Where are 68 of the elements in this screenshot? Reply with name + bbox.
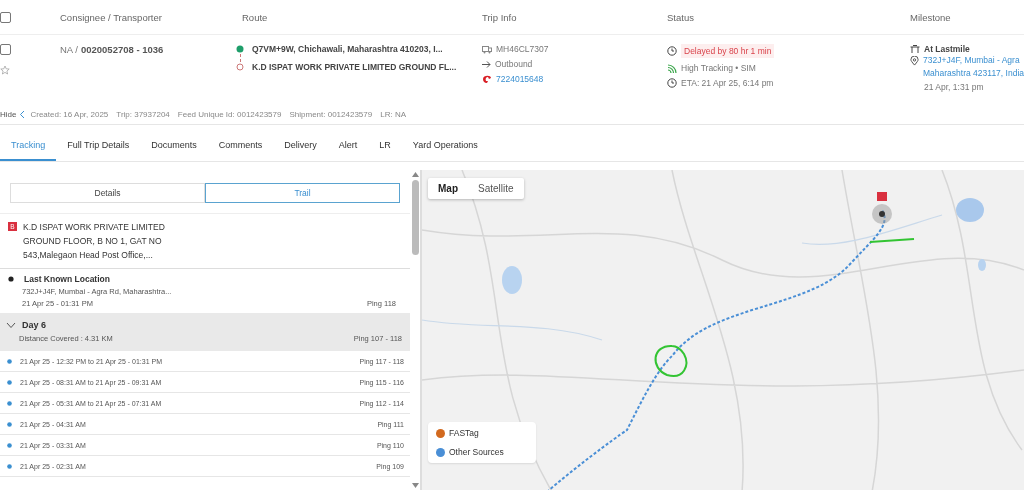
last-known-title: Last Known Location — [24, 274, 110, 284]
scrollbar-thumb[interactable] — [411, 180, 419, 255]
tab[interactable]: LR — [368, 131, 402, 161]
trip-meta-text: Feed Unique Id: 0012423579 — [177, 109, 282, 119]
tracking-status: High Tracking • SIM — [681, 63, 756, 73]
column-header: Consignee / Transporter — [60, 11, 163, 23]
trip-meta-text: Trip: 37937204 — [116, 109, 170, 119]
tab[interactable]: Full Trip Details — [56, 131, 141, 161]
location-dot-icon — [8, 276, 14, 282]
trip-meta-text: Shipment: 0012423579 — [289, 109, 373, 119]
day-title: Day 6 — [22, 320, 47, 330]
ping-dot-icon — [7, 421, 12, 427]
row-checkbox[interactable] — [0, 44, 11, 55]
map-placeholder[interactable]: Map Satellite FASTag Other Sources — [422, 170, 1024, 490]
map-type-button[interactable]: Satellite — [468, 178, 524, 199]
column-header: Status — [667, 11, 695, 23]
ping-dot-icon — [7, 379, 12, 385]
view-tab[interactable]: Trail — [205, 183, 400, 203]
destination-address: K.D ISPAT WORK PRIVATE LIMITED GROUND FLOOR, B NO 1, GAT NO 543,Malegaon Head Post Office,... — [23, 221, 165, 262]
gate-icon — [910, 44, 920, 54]
milestone-address[interactable]: 732J+J4F, Mumbai - Agra Maharashtra 423117, India — [923, 54, 1024, 80]
column-header: Milestone — [910, 11, 952, 23]
eta-text: ETA: 21 Apr 25, 6:14 pm — [681, 78, 774, 88]
phone-carrier-icon — [482, 74, 492, 84]
route-stop: K.D ISPAT WORK PRIVATE LIMITED GROUND FL... — [252, 62, 457, 72]
chevron-left-icon — [19, 109, 26, 119]
route-stop: Q7VM+9W, Chichawali, Maharashtra 410203, I... — [252, 44, 443, 54]
signal-icon — [667, 63, 677, 73]
tab[interactable]: Yard Operations — [401, 131, 489, 161]
view-tab[interactable]: Details — [10, 183, 205, 203]
consignee-number: 0020052708 - 1036 — [80, 44, 164, 55]
trip-direction: Outbound — [495, 59, 533, 69]
consignee-label: NA / — [60, 44, 78, 55]
vehicle-number: MH46CL7307 — [496, 44, 549, 54]
destination-marker-icon — [872, 192, 892, 224]
select-all-checkbox[interactable] — [0, 11, 11, 23]
star-icon[interactable] — [0, 65, 10, 75]
column-header: Route — [242, 11, 269, 23]
clock-icon — [667, 78, 677, 88]
legend-label: FASTag — [449, 428, 479, 438]
milestone-time: 21 Apr, 1:31 pm — [923, 82, 985, 92]
hide-link[interactable]: Hide — [0, 109, 17, 119]
legend-label: Other Sources — [449, 447, 504, 457]
delay-badge: Delayed by 80 hr 1 min — [681, 44, 775, 58]
tab[interactable]: Comments — [207, 131, 274, 161]
clock-icon — [667, 46, 677, 56]
scroll-up-arrow-icon — [411, 172, 419, 177]
truck-icon — [482, 44, 492, 54]
tab[interactable]: Tracking — [0, 131, 57, 161]
trip-meta-text: Created: 16 Apr, 2025 — [30, 109, 109, 119]
origin-dot-icon — [236, 45, 244, 53]
milestone-title: At Lastmile — [924, 44, 970, 54]
phone-link[interactable]: 7224015648 — [496, 74, 544, 84]
map-type-button[interactable]: Map — [428, 178, 468, 199]
chevron-down-icon[interactable] — [6, 321, 16, 329]
arrow-right-icon — [482, 59, 491, 69]
ping-dot-icon — [7, 442, 12, 448]
location-pin-icon — [910, 56, 920, 66]
trip-meta-text: LR: NA — [380, 109, 406, 119]
tab[interactable]: Alert — [327, 131, 369, 161]
scroll-down-arrow-icon — [411, 483, 419, 488]
ping-dot-icon — [7, 358, 12, 364]
tab[interactable]: Documents — [140, 131, 208, 161]
highlight-line — [869, 238, 915, 243]
column-header: Trip Info — [482, 11, 518, 23]
ping-dot-icon — [7, 400, 12, 406]
ping-dot-icon — [7, 463, 12, 469]
tab[interactable]: Delivery — [273, 131, 328, 161]
